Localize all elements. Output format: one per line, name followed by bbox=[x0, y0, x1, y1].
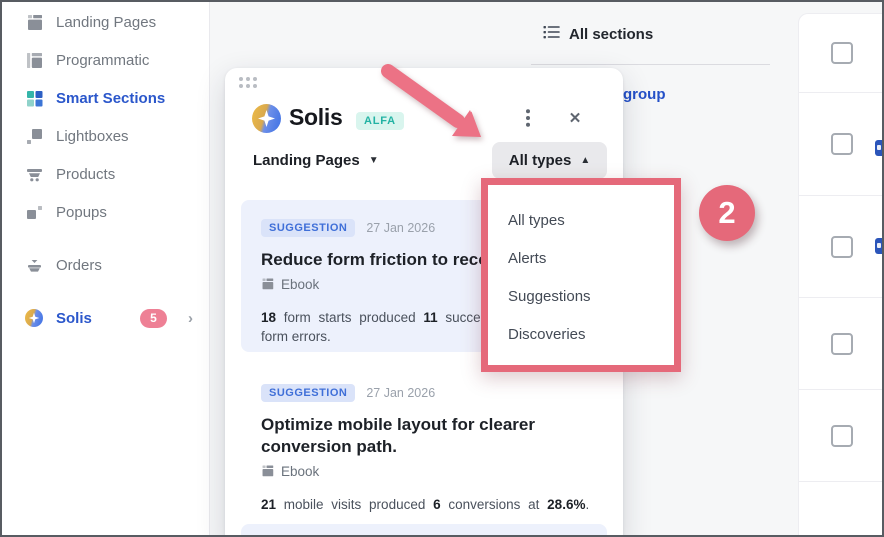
card-date: 27 Jan 2026 bbox=[366, 386, 436, 400]
list-icon bbox=[543, 25, 560, 44]
sidebar-item-label: Orders bbox=[56, 256, 102, 274]
type-filter-button[interactable]: All types ▲ bbox=[492, 142, 607, 179]
notification-badge: 5 bbox=[140, 308, 167, 328]
solis-logo-icon bbox=[25, 309, 43, 327]
table-row bbox=[799, 390, 884, 482]
sidebar-item-label: Solis bbox=[56, 309, 92, 327]
sidebar-item-solis[interactable]: Solis 5 › bbox=[2, 299, 209, 337]
header-divider bbox=[531, 64, 770, 65]
table-row bbox=[799, 298, 884, 390]
step-number-annotation: 2 bbox=[699, 185, 755, 241]
solis-logo-icon bbox=[252, 104, 281, 133]
sidebar-item-label: Landing Pages bbox=[56, 13, 157, 31]
table-row bbox=[799, 93, 884, 196]
sidebar-item-label: Smart Sections bbox=[56, 89, 166, 107]
chevron-right-icon: › bbox=[188, 309, 193, 327]
section-type-chip bbox=[875, 140, 884, 156]
sidebar-item-label: Programmatic bbox=[56, 51, 150, 69]
card-meta-label: Ebook bbox=[281, 464, 320, 479]
chevron-down-icon: ▼ bbox=[368, 155, 379, 166]
programmatic-icon bbox=[25, 51, 43, 69]
sidebar-item-products[interactable]: Products bbox=[2, 155, 209, 193]
row-checkbox[interactable] bbox=[830, 332, 853, 355]
ebook-icon bbox=[261, 277, 274, 293]
sidebar: Landing Pages Programmatic Smart Sections L… bbox=[2, 2, 210, 535]
type-filter-label: All types bbox=[508, 152, 572, 169]
orders-icon bbox=[25, 256, 43, 274]
kebab-menu-icon[interactable] bbox=[519, 108, 537, 128]
section-type-chip bbox=[875, 238, 884, 254]
sidebar-item-orders[interactable]: Orders bbox=[2, 246, 209, 284]
table-row bbox=[799, 196, 884, 298]
lightboxes-icon bbox=[25, 127, 43, 145]
row-checkbox[interactable] bbox=[830, 133, 853, 155]
alfa-badge: ALFA bbox=[356, 112, 404, 130]
landing-pages-icon bbox=[25, 13, 43, 31]
group-link[interactable]: group bbox=[623, 86, 666, 103]
suggestion-tag: SUGGESTION bbox=[261, 384, 356, 402]
page-header: All sections bbox=[543, 25, 653, 44]
suggestion-tag: SUGGESTION bbox=[261, 219, 356, 237]
sidebar-item-smart-sections[interactable]: Smart Sections bbox=[2, 79, 209, 117]
page-filter-dropdown[interactable]: Landing Pages ▼ bbox=[253, 152, 379, 169]
menu-item-suggestions[interactable]: Suggestions bbox=[488, 277, 674, 315]
popups-icon bbox=[25, 203, 43, 221]
products-icon bbox=[25, 165, 43, 183]
menu-item-discoveries[interactable]: Discoveries bbox=[488, 315, 674, 353]
sidebar-item-label: Products bbox=[56, 165, 116, 183]
app-window: Landing Pages Programmatic Smart Sections L… bbox=[0, 0, 884, 537]
table-row bbox=[799, 14, 884, 93]
smart-sections-icon bbox=[25, 89, 43, 107]
sidebar-item-label: Popups bbox=[56, 203, 107, 221]
chevron-up-icon: ▲ bbox=[580, 155, 591, 166]
card-date: 27 Jan 2026 bbox=[366, 221, 436, 235]
card-meta-label: Ebook bbox=[281, 277, 320, 293]
sidebar-item-lightboxes[interactable]: Lightboxes bbox=[2, 117, 209, 155]
drag-handle-icon[interactable] bbox=[239, 77, 257, 88]
row-checkbox[interactable] bbox=[830, 42, 853, 64]
page-title: All sections bbox=[569, 26, 654, 43]
sidebar-item-popups[interactable]: Popups bbox=[2, 193, 209, 231]
card-title: Optimize mobile layout for clearer conve… bbox=[261, 415, 535, 456]
sidebar-item-landing-pages[interactable]: Landing Pages bbox=[2, 3, 209, 41]
type-dropdown-menu: All types Alerts Suggestions Discoveries bbox=[481, 178, 681, 372]
page-filter-label: Landing Pages bbox=[253, 152, 360, 169]
sidebar-item-label: Lightboxes bbox=[56, 127, 129, 145]
suggestion-card[interactable]: SUGGESTION 27 Jan 2026 Optimize mobile lay… bbox=[241, 365, 607, 533]
menu-item-alerts[interactable]: Alerts bbox=[488, 239, 674, 277]
table-row bbox=[799, 482, 884, 537]
ebook-icon bbox=[261, 464, 274, 480]
row-checkbox[interactable] bbox=[830, 424, 853, 447]
next-card-preview bbox=[241, 524, 607, 537]
popup-title: Solis bbox=[289, 104, 343, 130]
close-icon[interactable]: ✕ bbox=[566, 108, 584, 128]
menu-item-all-types[interactable]: All types bbox=[488, 201, 674, 239]
sections-table bbox=[798, 13, 884, 537]
row-checkbox[interactable] bbox=[830, 235, 853, 258]
sidebar-item-programmatic[interactable]: Programmatic bbox=[2, 41, 209, 79]
card-body: 21 mobile visits produced 6 conversions … bbox=[261, 496, 590, 512]
